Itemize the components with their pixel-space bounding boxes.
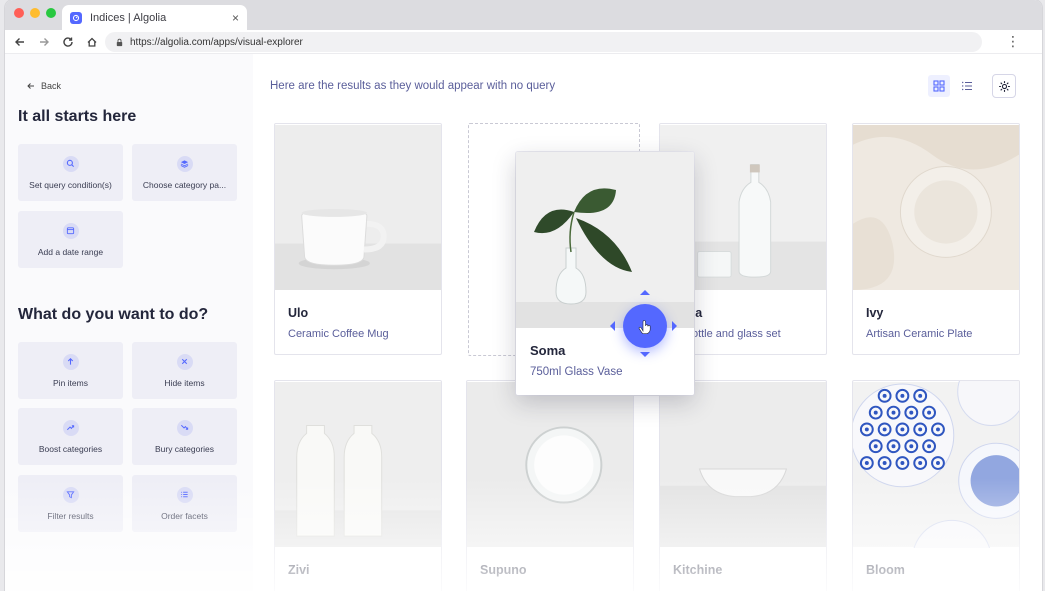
settings-button[interactable] (992, 74, 1016, 98)
product-card-supuno[interactable]: Supuno (466, 380, 634, 591)
product-image (275, 381, 441, 548)
product-name: Bloom (866, 563, 905, 577)
product-card-bloom[interactable]: Bloom (852, 380, 1020, 591)
drag-right-arrow-icon (672, 321, 677, 331)
pin-items-button[interactable]: Pin items (18, 342, 123, 399)
product-description: 750ml Glass Vase (530, 366, 623, 378)
url-text: https://algolia.com/apps/visual-explorer (130, 36, 303, 48)
drag-left-arrow-icon (610, 321, 615, 331)
action-label: Filter results (47, 510, 94, 521)
set-query-conditions-button[interactable]: Set query condition(s) (18, 144, 123, 201)
results-hint: Here are the results as they would appea… (270, 80, 556, 92)
drag-down-arrow-icon (640, 352, 650, 357)
product-name: Ivy (866, 306, 884, 320)
action-label: Order facets (161, 510, 208, 521)
product-card-zivi[interactable]: Zivi (274, 380, 442, 591)
reload-icon[interactable] (59, 33, 77, 51)
algolia-favicon-icon (70, 11, 82, 24)
forward-arrow-icon[interactable] (35, 33, 53, 51)
product-card-kitchine[interactable]: Kitchine (659, 380, 827, 591)
choose-category-button[interactable]: Choose category pa... (132, 144, 237, 201)
list-view-button[interactable] (956, 75, 978, 97)
product-image (660, 381, 826, 548)
product-name: Kitchine (673, 563, 723, 577)
browser-window: Indices | Algolia × https://algolia.com/… (5, 0, 1042, 591)
filter-results-button[interactable]: Filter results (18, 475, 123, 532)
browser-menu-icon[interactable]: ⋮ (1006, 34, 1020, 48)
action-label: Bury categories (154, 443, 215, 454)
back-link[interactable]: Back (27, 81, 61, 91)
product-card-ulo[interactable]: Ulo Ceramic Coffee Mug (274, 123, 442, 355)
trend-down-icon (176, 419, 193, 436)
drag-handle[interactable] (623, 304, 667, 348)
arrow-left-icon (27, 83, 34, 89)
maximize-window-button[interactable] (46, 8, 56, 18)
product-description: Artisan Ceramic Plate (866, 328, 973, 340)
tab-close-icon[interactable]: × (232, 11, 239, 25)
dragged-product-card[interactable]: Soma 750ml Glass Vase (516, 152, 694, 395)
product-image (853, 124, 1019, 291)
home-icon[interactable] (83, 33, 101, 51)
list-icon (176, 486, 193, 503)
window-controls (14, 8, 56, 18)
calendar-icon (62, 222, 79, 239)
sidebar: Back It all starts here Set query condit… (5, 54, 253, 591)
action-label: Pin items (53, 377, 88, 388)
section-title-actions: What do you want to do? (18, 306, 209, 323)
add-date-range-button[interactable]: Add a date range (18, 211, 123, 268)
section-title-start: It all starts here (18, 108, 137, 125)
drag-up-arrow-icon (640, 290, 650, 295)
lock-icon (116, 38, 123, 46)
action-label: Boost categories (38, 443, 103, 454)
product-image (516, 152, 694, 328)
browser-tab[interactable]: Indices | Algolia × (62, 5, 247, 30)
action-label: Set query condition(s) (29, 179, 112, 190)
product-description: Ceramic Coffee Mug (288, 328, 389, 340)
search-icon (62, 155, 79, 172)
grid-view-button[interactable] (928, 75, 950, 97)
browser-titlebar: Indices | Algolia × (5, 0, 1042, 30)
product-name: Zivi (288, 563, 310, 577)
grid-icon (933, 80, 945, 92)
product-image (467, 381, 633, 548)
close-window-button[interactable] (14, 8, 24, 18)
back-arrow-icon[interactable] (11, 33, 29, 51)
product-name: Ulo (288, 306, 309, 320)
back-label: Back (41, 81, 62, 91)
results-area: Here are the results as they would appea… (253, 54, 1042, 591)
minimize-window-button[interactable] (30, 8, 40, 18)
close-icon (176, 353, 193, 370)
bury-categories-button[interactable]: Bury categories (132, 408, 237, 465)
filter-icon (62, 486, 79, 503)
hide-items-button[interactable]: Hide items (132, 342, 237, 399)
layers-icon (176, 155, 193, 172)
product-name: Supuno (480, 563, 527, 577)
address-bar[interactable]: https://algolia.com/apps/visual-explorer (105, 32, 982, 52)
action-label: Hide items (164, 377, 205, 388)
browser-toolbar: https://algolia.com/apps/visual-explorer… (5, 30, 1042, 54)
product-image (853, 381, 1019, 548)
list-icon (962, 81, 972, 91)
hand-pointer-icon (638, 320, 651, 334)
trend-up-icon (62, 419, 79, 436)
tab-title: Indices | Algolia (90, 11, 167, 24)
action-label: Choose category pa... (142, 179, 227, 190)
gear-icon (998, 80, 1010, 92)
action-label: Add a date range (37, 246, 104, 257)
product-name: Soma (530, 343, 566, 358)
product-image (275, 124, 441, 291)
boost-categories-button[interactable]: Boost categories (18, 408, 123, 465)
order-facets-button[interactable]: Order facets (132, 475, 237, 532)
product-card-ivy[interactable]: Ivy Artisan Ceramic Plate (852, 123, 1020, 355)
arrow-up-icon (62, 353, 79, 370)
